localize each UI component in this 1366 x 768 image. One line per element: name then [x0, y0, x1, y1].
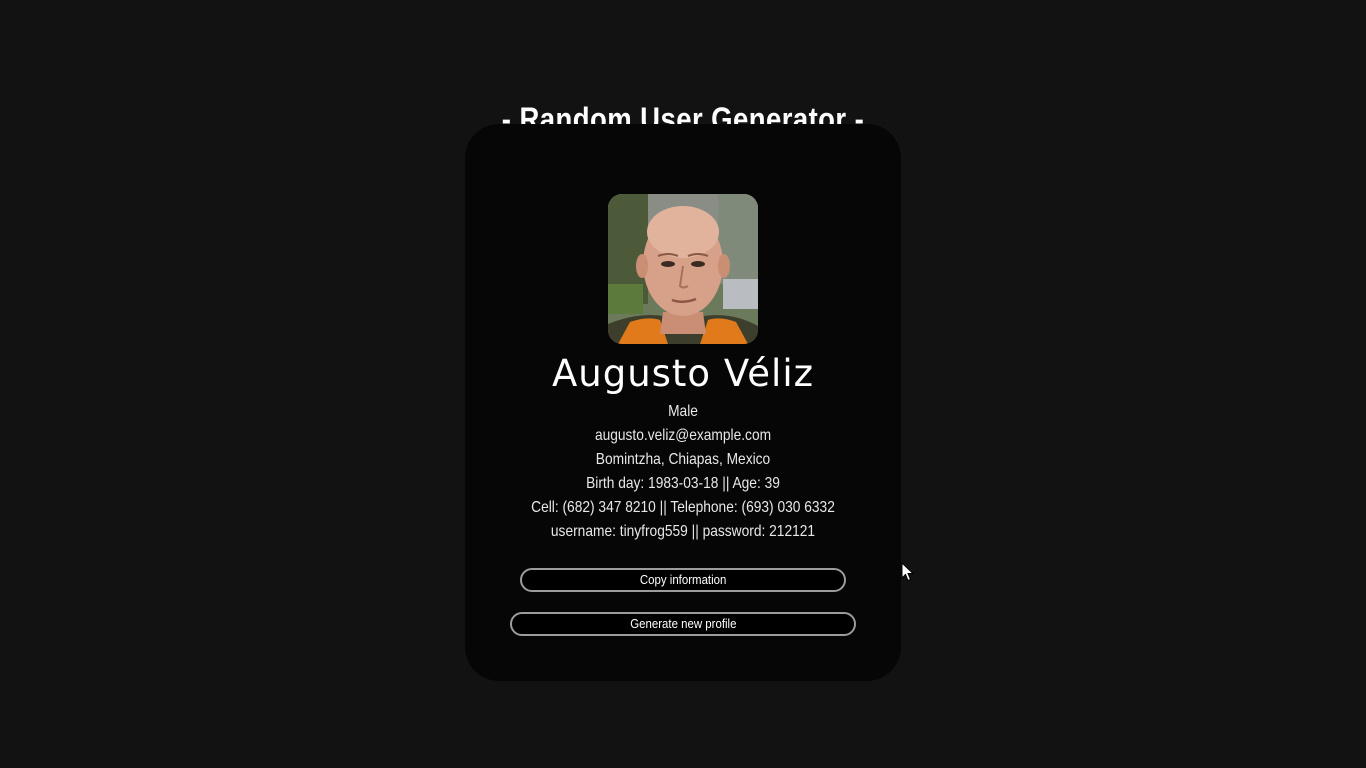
avatar	[608, 194, 758, 344]
profile-location: Bomintzha, Chiapas, Mexico	[595, 451, 771, 468]
mouse-cursor-icon	[901, 562, 915, 582]
profile-credentials: username: tinyfrog559 || password: 21212…	[550, 523, 816, 540]
profile-details: Male augusto.veliz@example.com Bomintzha…	[465, 400, 901, 544]
profile-email: augusto.veliz@example.com	[594, 427, 772, 444]
generate-new-profile-label: Generate new profile	[629, 616, 737, 631]
profile-gender: Male	[668, 403, 698, 420]
copy-information-label: Copy information	[639, 572, 727, 587]
profile-phones: Cell: (682) 347 8210 || Telephone: (693)…	[531, 499, 835, 516]
avatar-photo	[608, 194, 758, 344]
profile-name: Augusto Véliz	[551, 352, 815, 395]
profile-birthday-age: Birth day: 1983-03-18 || Age: 39	[586, 475, 780, 492]
copy-information-button[interactable]: Copy information	[520, 568, 846, 592]
generate-new-profile-button[interactable]: Generate new profile	[510, 612, 856, 636]
profile-card: Augusto Véliz Male augusto.veliz@example…	[465, 124, 901, 681]
